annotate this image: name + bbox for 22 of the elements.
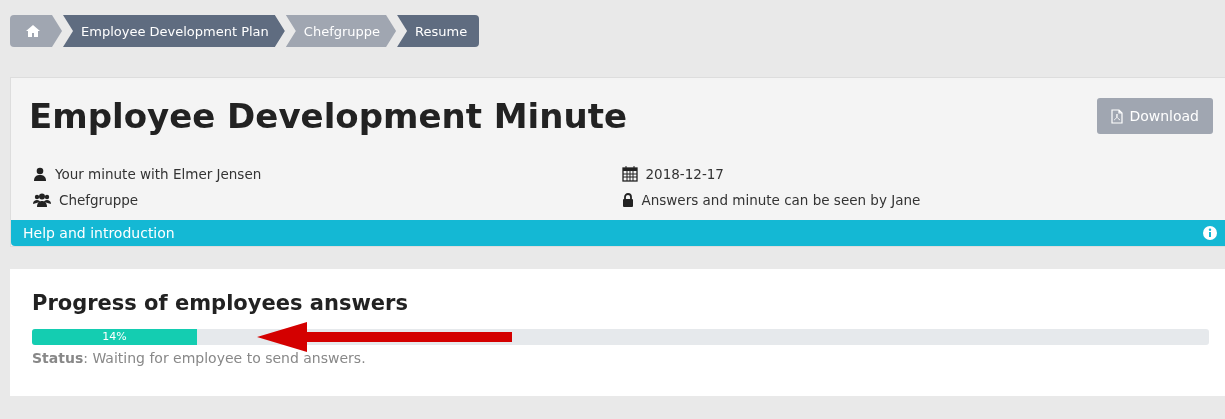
page-title: Employee Development Minute: [29, 96, 627, 136]
home-icon: [26, 25, 40, 37]
calendar-icon: [621, 166, 638, 182]
info-text: Chefgruppe: [59, 192, 139, 208]
status-text: Status: Waiting for employee to send answers.: [32, 350, 367, 366]
help-bar[interactable]: Help and introduction: [11, 220, 1225, 246]
pdf-file-icon: [1111, 108, 1124, 124]
breadcrumb-item[interactable]: Employee Development Plan: [63, 15, 285, 47]
arrow-icon: [257, 322, 512, 352]
breadcrumb-item[interactable]: Resume: [397, 15, 480, 47]
section-title: Progress of employees answers: [32, 291, 409, 315]
info-icon: [1203, 226, 1217, 240]
group-icon: [33, 193, 51, 207]
breadcrumb-item[interactable]: Chefgruppe: [285, 15, 397, 47]
download-button[interactable]: Download: [1097, 98, 1213, 134]
breadcrumb-item[interactable]: [10, 15, 62, 47]
progress-fill: 14%: [32, 329, 197, 345]
user-icon: [33, 167, 47, 181]
info-text: Answers and minute can be seen by Jane: [641, 192, 921, 208]
info-text: Your minute with Elmer Jensen: [55, 166, 262, 182]
info-text: 2018-12-17: [645, 166, 724, 182]
lock-icon: [621, 193, 634, 207]
